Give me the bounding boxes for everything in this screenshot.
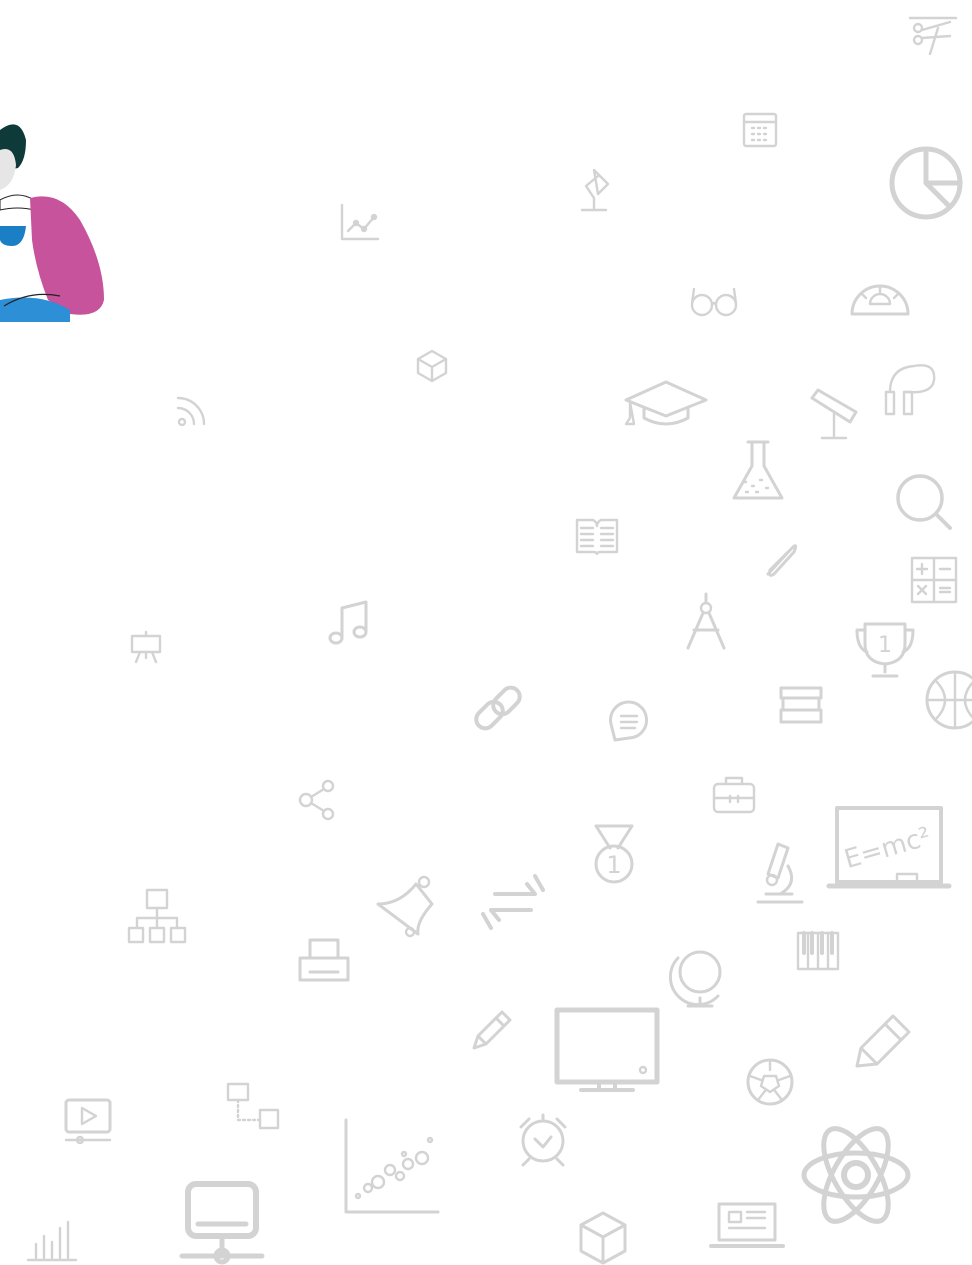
trophy-icon: 1 [855, 622, 915, 678]
drafting-compass-icon [686, 592, 726, 650]
blackboard-formula: E=mc² [841, 822, 934, 875]
protractor-icon [850, 284, 910, 316]
globe-icon [668, 950, 722, 1008]
student-illustration [0, 124, 104, 322]
stacked-books-icon [779, 686, 823, 724]
presentation-board-icon [130, 630, 162, 664]
microscope-icon [756, 842, 804, 904]
soccer-ball-icon [746, 1058, 794, 1106]
line-chart-icon [340, 203, 380, 241]
school-bell-icon [376, 875, 434, 938]
link-icon [474, 685, 522, 731]
laptop-icon [709, 1202, 785, 1248]
education-icon-pattern: 1 E=mc² 1 [0, 16, 972, 1265]
network-devices-icon [226, 1082, 280, 1130]
graduation-cap-icon [624, 380, 708, 426]
open-box-icon [416, 349, 448, 383]
trophy-number: 1 [878, 633, 892, 658]
magnifying-glass-icon [896, 474, 952, 530]
glasses-icon [690, 287, 738, 317]
basketball-icon [925, 670, 972, 730]
alarm-clock-icon [519, 1113, 567, 1167]
briefcase-icon [712, 776, 756, 814]
exchange-arrows-icon [481, 874, 545, 930]
printer-icon [298, 938, 350, 982]
jump-rope-icon [884, 364, 936, 416]
org-chart-icon [127, 888, 187, 944]
scatter-plot-icon [344, 1118, 440, 1214]
large-pencil-icon [855, 1014, 911, 1068]
scissors-icon [908, 16, 958, 56]
open-book-icon [575, 518, 619, 556]
atom-icon [801, 1126, 911, 1224]
bar-chart-icon [26, 1220, 78, 1262]
music-note-icon [328, 600, 368, 645]
pencil-icon [472, 1010, 512, 1050]
rss-icon [176, 396, 206, 427]
calendar-icon [742, 112, 778, 148]
medal-icon: 1 [594, 824, 634, 884]
piano-keys-icon [796, 931, 840, 971]
medal-number: 1 [606, 851, 621, 879]
cube-icon [579, 1211, 627, 1265]
telescope-icon [810, 388, 858, 440]
monitor-icon [554, 1007, 660, 1092]
paperclip-icon [766, 544, 798, 577]
pie-chart-icon [889, 146, 963, 220]
video-player-icon [64, 1098, 112, 1145]
share-icon [298, 779, 335, 821]
desk-lamp-icon [580, 168, 610, 212]
calculator-icon [910, 556, 958, 604]
chemistry-flask-icon [732, 440, 784, 500]
network-computer-icon [179, 1181, 265, 1265]
blackboard-icon: E=mc² [826, 806, 952, 889]
chat-bubble-icon [609, 700, 649, 742]
